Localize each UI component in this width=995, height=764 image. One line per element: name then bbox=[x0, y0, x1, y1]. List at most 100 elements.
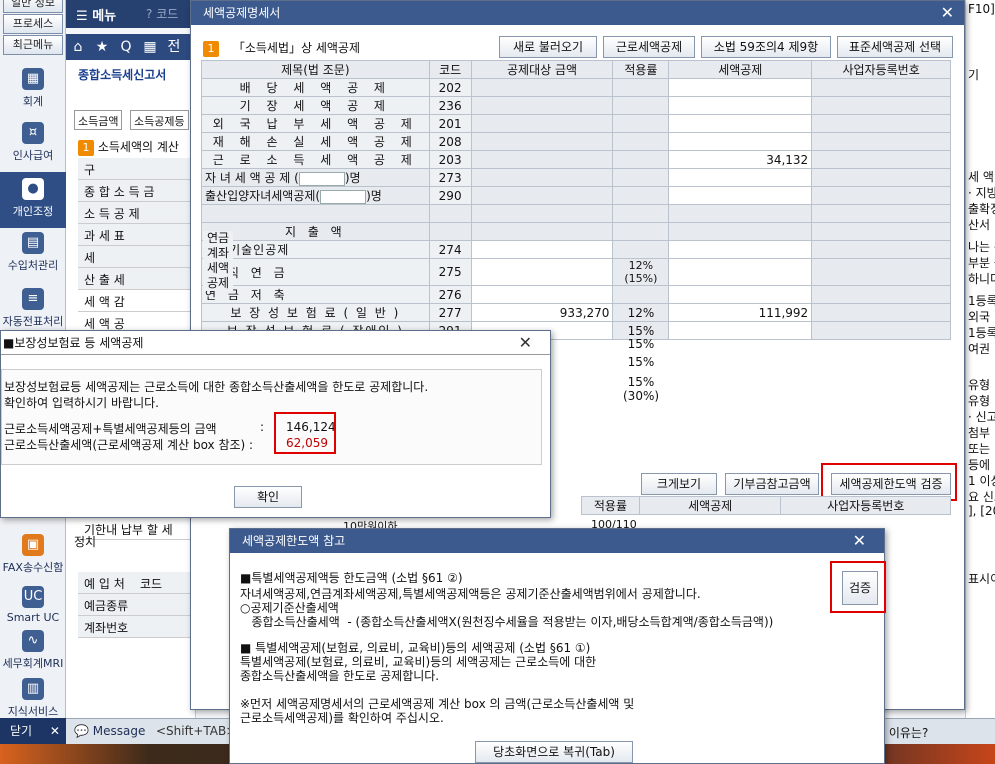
header-cell: 제목(법 조문) bbox=[201, 60, 430, 79]
bizno-cell bbox=[811, 132, 951, 151]
donation-reference-button[interactable]: 기부금참고금액 bbox=[725, 473, 819, 495]
bg-text: 하니다 bbox=[968, 272, 995, 286]
table-row: 재 해 손 실 세 액 공 제 208 bbox=[201, 132, 951, 151]
recent-menu-button[interactable]: 최근메뉴 bbox=[3, 35, 63, 55]
header-cell: 세액공제 bbox=[668, 60, 813, 79]
home-icon[interactable]: ⌂ bbox=[66, 34, 90, 60]
article-59-4-button[interactable]: 소법 59조의4 제9항 bbox=[701, 36, 831, 58]
tab-income-deduction[interactable]: 소득공제등 bbox=[130, 110, 189, 130]
bizno-cell bbox=[811, 114, 951, 133]
reload-button[interactable]: 새로 불러오기 bbox=[499, 36, 597, 58]
menu-button[interactable]: ☰ 메뉴 bbox=[76, 5, 116, 24]
sidebar-item-fax[interactable]: ▣ FAX송수신함 bbox=[0, 528, 66, 584]
sidebar-close-label: 닫기 bbox=[10, 724, 33, 738]
rate-cell bbox=[612, 186, 670, 205]
table-row: 보 장 성 보 험 료 ( 일 반 ) 277 933,270 12% 111,… bbox=[201, 303, 951, 322]
bg-text: 유형 bbox=[968, 378, 991, 392]
credit-input[interactable] bbox=[668, 114, 813, 133]
credit-input[interactable]: 34,132 bbox=[668, 150, 813, 169]
confirm-button[interactable]: 확인 bbox=[234, 486, 302, 508]
credit-input[interactable] bbox=[668, 96, 813, 115]
highlight-box bbox=[274, 412, 336, 454]
amount-cell bbox=[470, 132, 614, 151]
credit-input[interactable] bbox=[668, 258, 813, 286]
birth-count-input[interactable] bbox=[320, 189, 367, 204]
sidebar-item-accounting[interactable]: ▦ 회계 bbox=[0, 62, 66, 118]
bg-text: 기 bbox=[968, 68, 980, 82]
sidebar-top-buttons: 일반 정보 프로세스 최근메뉴 bbox=[0, 0, 66, 56]
sidebar-item-label: 수입처관리 bbox=[7, 259, 59, 272]
person-icon: ● bbox=[22, 178, 44, 200]
credit-input[interactable]: 111,992 bbox=[668, 303, 813, 322]
row-label: 배 당 세 액 공 제 bbox=[201, 78, 430, 97]
earned-income-credit-button[interactable]: 근로세액공제 bbox=[603, 36, 695, 58]
popup-title: 세액공제한도액 참고 bbox=[242, 534, 346, 548]
info-button[interactable]: 일반 정보 bbox=[3, 0, 63, 13]
section-header: 1 소득세액의 계산 bbox=[78, 138, 179, 156]
row-code: 208 bbox=[428, 132, 472, 151]
credit-input[interactable] bbox=[668, 132, 813, 151]
standard-credit-select-button[interactable]: 표준세액공제 선택 bbox=[837, 36, 953, 58]
spacer-cell bbox=[668, 222, 813, 241]
spacer-cell bbox=[612, 204, 670, 223]
credit-input[interactable] bbox=[668, 321, 813, 340]
amount-input[interactable] bbox=[470, 258, 614, 286]
calendar-icon[interactable]: ▦ bbox=[138, 34, 162, 60]
row-label: 출산입양자녀세액공제( bbox=[205, 189, 321, 203]
row-label: 근 로 소 득 세 액 공 제 bbox=[201, 150, 430, 169]
message-label: Message bbox=[92, 724, 146, 738]
section-badge: 1 bbox=[203, 41, 219, 57]
sidebar-item-personal-adjust[interactable]: ● 개인조정 bbox=[0, 172, 66, 228]
search-icon[interactable]: Q bbox=[114, 34, 138, 60]
row-code: 274 bbox=[428, 240, 472, 259]
star-icon[interactable]: ★ bbox=[90, 34, 114, 60]
restore-screen-button[interactable]: 당초화면으로 복귀(Tab) bbox=[475, 741, 633, 763]
pension-header: 지 출 액 bbox=[284, 225, 346, 239]
rate-cell: 12% bbox=[612, 303, 670, 322]
building-icon: ▤ bbox=[22, 232, 44, 254]
person-coin-icon: ¤ bbox=[22, 122, 44, 144]
table-row: 자 녀 세 액 공 제 ()명 273 bbox=[201, 168, 951, 187]
credit-input[interactable] bbox=[668, 285, 813, 304]
close-icon[interactable]: ✕ bbox=[519, 331, 532, 355]
section-label: 소득세액의 계산 bbox=[97, 140, 179, 154]
credit-input[interactable] bbox=[668, 186, 813, 205]
rate-cell: 12% (15%) bbox=[612, 258, 670, 286]
sidebar-item-hr-payroll[interactable]: ¤ 인사급여 bbox=[0, 116, 66, 172]
popup-title-bar: 세액공제한도액 참고 ✕ bbox=[230, 529, 884, 553]
amount-input[interactable] bbox=[470, 285, 614, 304]
row-label: 보 장 성 보 험 료 ( 일 반 ) bbox=[201, 303, 430, 322]
tab-income-amount[interactable]: 소득금액 bbox=[74, 110, 123, 130]
row-label: 외 국 납 부 세 액 공 제 bbox=[201, 114, 430, 133]
credit-input[interactable] bbox=[668, 240, 813, 259]
close-icon[interactable]: ✕ bbox=[853, 529, 866, 553]
enlarge-view-button[interactable]: 크게보기 bbox=[641, 473, 717, 495]
amount-input[interactable] bbox=[470, 240, 614, 259]
calculator-icon: ▦ bbox=[22, 68, 44, 90]
popup-message: 확인하여 입력하시기 바랍니다. bbox=[4, 396, 159, 410]
credit-input[interactable] bbox=[668, 78, 813, 97]
process-button[interactable]: 프로세스 bbox=[3, 14, 63, 34]
popup-body: 보장성보험료등 세액공제는 근로소득에 대한 종합소득산출세액을 한도로 공제합… bbox=[1, 369, 542, 465]
amount-input[interactable]: 933,270 bbox=[470, 303, 614, 322]
sidebar-item-client-mgmt[interactable]: ▤ 수입처관리 bbox=[0, 226, 66, 282]
header-cell: 적용률 bbox=[581, 496, 640, 515]
header-cell: 세액공제 bbox=[638, 496, 782, 515]
bizno-cell bbox=[811, 285, 951, 304]
bizno-cell bbox=[811, 186, 951, 205]
row-code: 275 bbox=[428, 258, 472, 286]
table-row bbox=[201, 204, 951, 223]
credit-input[interactable] bbox=[668, 168, 813, 187]
close-icon[interactable]: ✕ bbox=[941, 1, 954, 25]
sidebar-close-button[interactable]: 닫기 ✕ bbox=[0, 718, 66, 744]
pension-row-label: 연 금 저 축 bbox=[201, 285, 430, 304]
form-row: 정치 bbox=[74, 535, 97, 549]
close-icon: ✕ bbox=[49, 724, 60, 738]
bizno-cell bbox=[811, 240, 951, 259]
message-button[interactable]: 💬 Message bbox=[74, 724, 145, 738]
code-search[interactable]: ? 코드 bbox=[146, 5, 178, 22]
menu-label: 메뉴 bbox=[92, 9, 117, 24]
child-count-input[interactable] bbox=[298, 171, 345, 186]
all-menu-icon[interactable]: 전 bbox=[162, 34, 186, 60]
reference-line: 종합소득산출세액 - (종합소득산출세액X(원천징수세율을 적용받는 이자,배당… bbox=[240, 615, 774, 629]
